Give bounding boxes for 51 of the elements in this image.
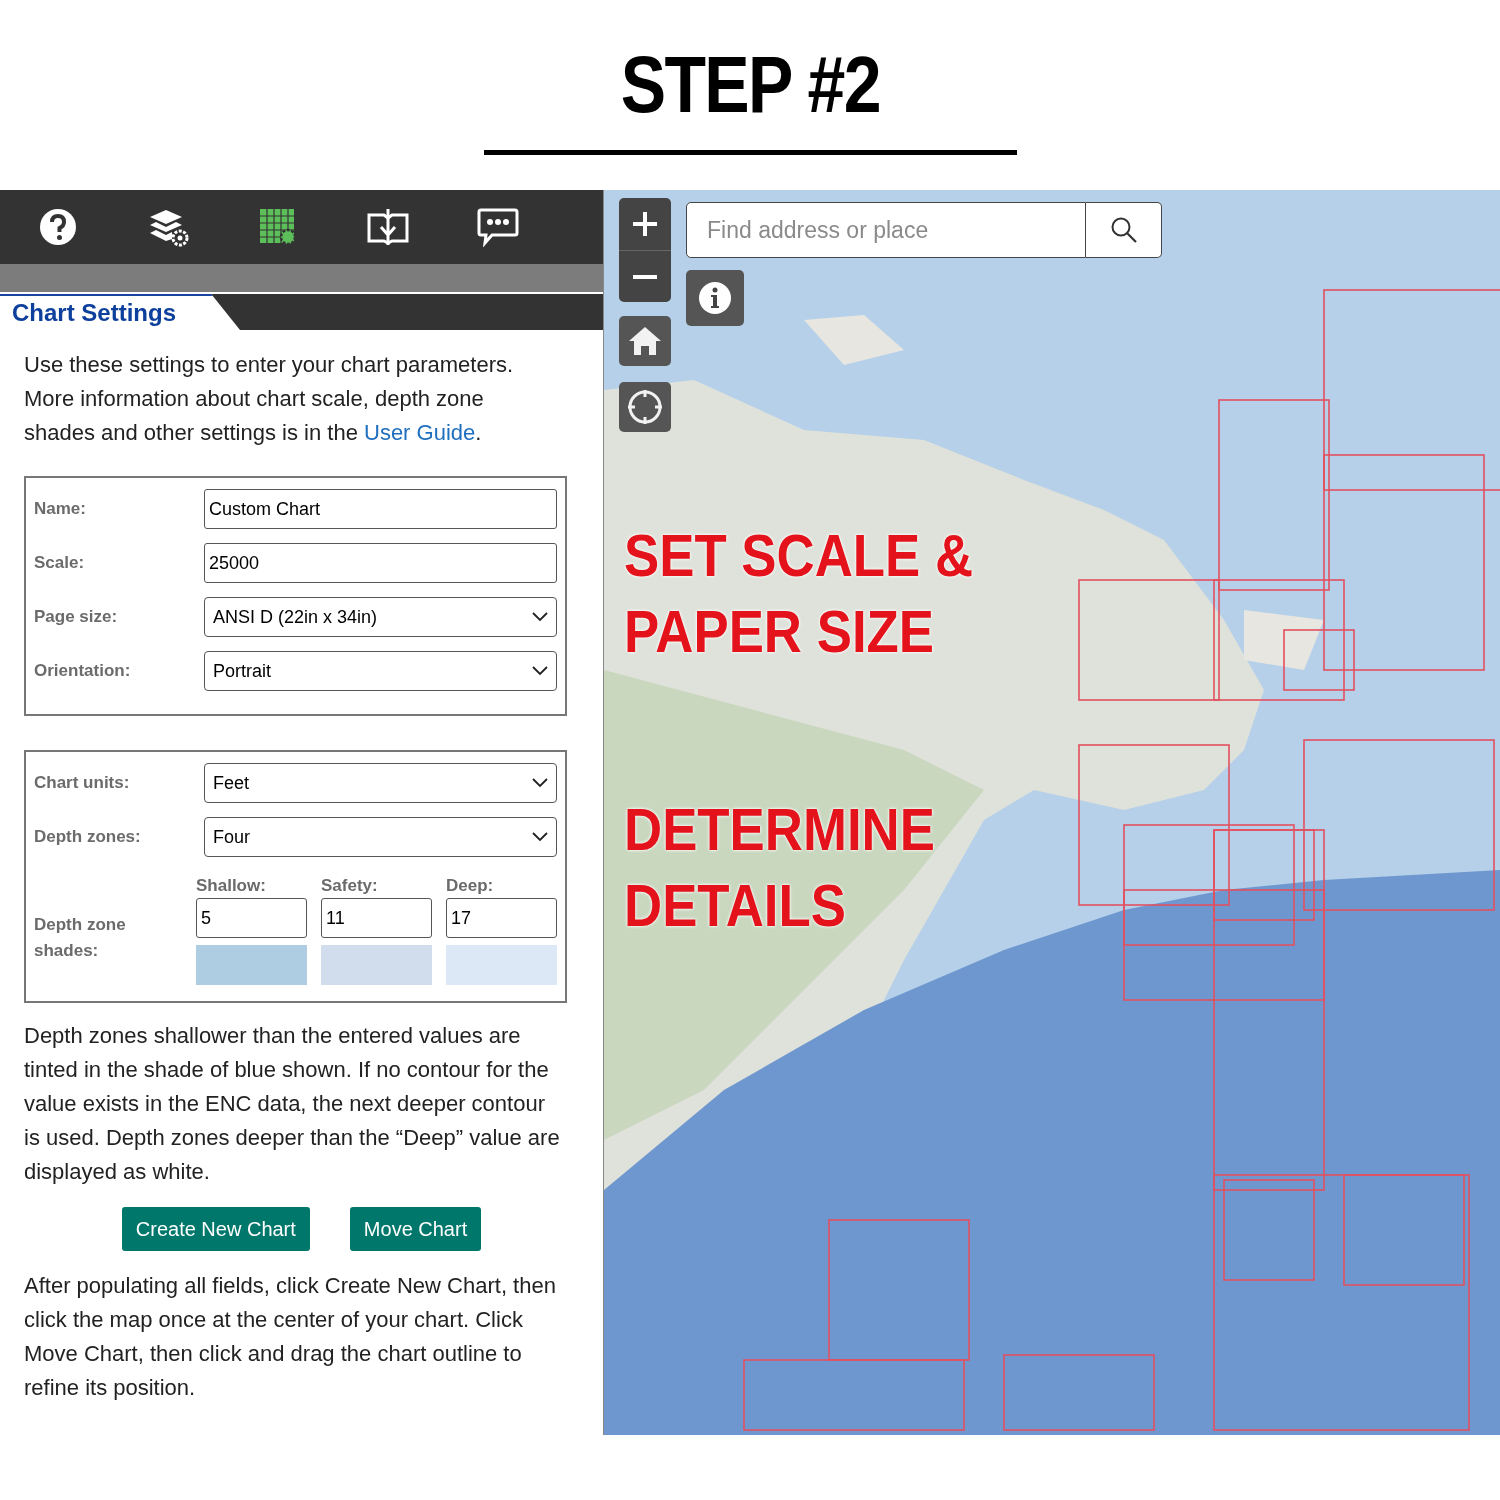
field-label: Chart units: (34, 772, 131, 795)
locate-button[interactable] (619, 382, 671, 432)
field-label: Orientation: (34, 660, 132, 683)
field-label: Scale: (34, 552, 86, 575)
field-label: Page size: (34, 606, 119, 629)
search-icon (1109, 216, 1138, 244)
home-icon (628, 325, 662, 357)
plus-icon (632, 211, 658, 237)
grid-gear-icon (258, 207, 298, 247)
chevron-down-icon (532, 666, 548, 676)
chart-settings-tab[interactable]: Chart Settings (0, 294, 240, 330)
chevron-down-icon (532, 832, 548, 842)
dropdown-field[interactable]: Four (204, 817, 557, 857)
help-icon (38, 207, 78, 247)
depth-field[interactable]: 11 (321, 898, 432, 938)
book-download-icon (366, 207, 410, 247)
text-field[interactable]: 25000 (204, 543, 557, 583)
step-heading: STEP #2 (620, 39, 880, 131)
zone-label: Safety: (321, 875, 379, 897)
chat-bubble-icon (476, 207, 520, 247)
chevron-down-icon (532, 778, 548, 788)
depth-field[interactable]: 17 (446, 898, 557, 938)
action-button[interactable]: Create New Chart (121, 1207, 310, 1251)
annotation-text: DETAILS (624, 871, 847, 941)
instructions-paragraph: After populating all fields, click Create New Chart, then click the map once at the center of your chart. Click Move Chart, then click and drag the chart outline to refine its position. (24, 1272, 557, 1402)
map-view[interactable]: Find address or place SET SCALE & PAPER SIZE DETERMINE DETAILS (604, 190, 1500, 1435)
depth-note-paragraph: Depth zones shallower than the entered values are tinted in the shade of blue shown. If no contour for the value exists in the ENC data, the next deeper contour is used. Depth zones deeper than the “Deep” value are displayed as white. (24, 1022, 561, 1186)
user-guide-link[interactable]: User Guide (364, 420, 476, 445)
chevron-down-icon (532, 612, 548, 622)
home-button[interactable] (619, 316, 671, 366)
annotation-text: SET SCALE & (624, 521, 974, 591)
zone-label: Deep: (446, 875, 495, 897)
annotation-text: PAPER SIZE (624, 597, 935, 667)
info-icon (698, 281, 732, 315)
minus-icon (632, 273, 658, 280)
field-label: Depth zones: (34, 826, 142, 849)
dropdown-field[interactable]: Feet (204, 763, 557, 803)
dropdown-field[interactable]: ANSI D (22in x 34in) (204, 597, 557, 637)
info-button[interactable] (686, 270, 744, 326)
annotation-text: DETERMINE (624, 795, 935, 865)
action-button[interactable]: Move Chart (349, 1207, 482, 1251)
search-field[interactable]: Find address or place (686, 202, 1086, 258)
field-label: Depth zone shades: (34, 913, 127, 962)
crosshair-icon (627, 389, 663, 425)
dropdown-field[interactable]: Portrait (204, 651, 557, 691)
field-label: Name: (34, 498, 87, 521)
zone-label: Shallow: (196, 875, 267, 897)
depth-field[interactable]: 5 (196, 898, 307, 938)
text-field[interactable]: Custom Chart (204, 489, 557, 529)
intro-paragraph: Use these settings to enter your chart parameters. More information about chart scale, depth zone shades and other settings is in the User Guide. (24, 351, 515, 447)
search-button[interactable] (1086, 202, 1162, 258)
